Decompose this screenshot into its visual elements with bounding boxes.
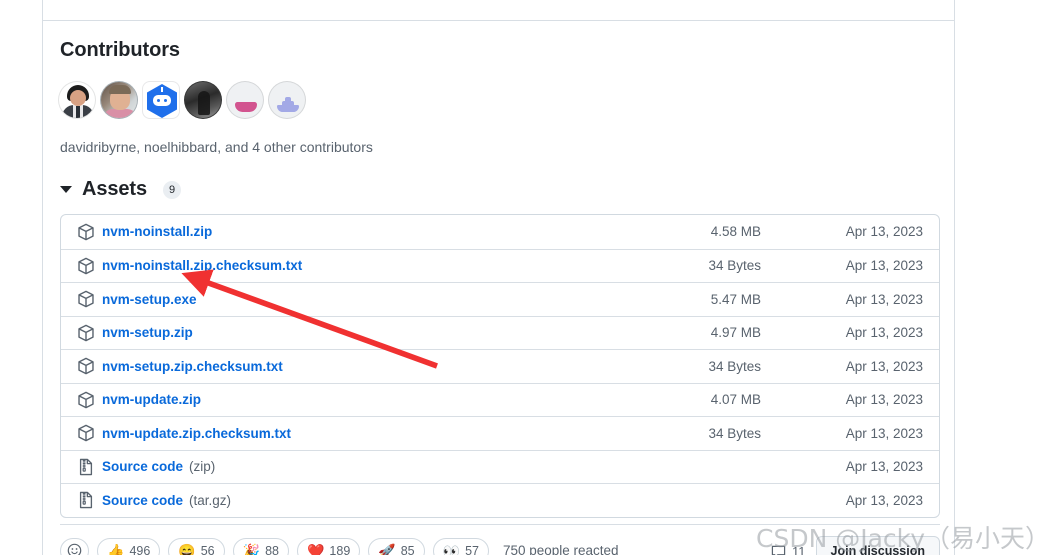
assets-header[interactable]: Assets 9 xyxy=(60,178,182,201)
asset-name-cell: nvm-setup.zip.checksum.txt xyxy=(77,357,633,375)
asset-name-cell: nvm-update.zip.checksum.txt xyxy=(77,424,633,442)
asset-download-link[interactable]: Source code xyxy=(102,459,183,474)
asset-suffix: (tar.gz) xyxy=(189,492,232,508)
asset-download-link[interactable]: Source code xyxy=(102,493,183,508)
rocket-icon: 🚀 xyxy=(378,542,396,555)
table-row: nvm-noinstall.zip 4.58 MB Apr 13, 2023 xyxy=(61,215,939,249)
asset-name-cell: nvm-noinstall.zip xyxy=(77,223,633,241)
asset-date: Apr 13, 2023 xyxy=(845,492,923,508)
asset-download-link[interactable]: nvm-setup.zip xyxy=(102,325,193,340)
table-row: nvm-setup.exe 5.47 MB Apr 13, 2023 xyxy=(61,282,939,316)
asset-date: Apr 13, 2023 xyxy=(845,459,923,475)
asset-download-link[interactable]: nvm-update.zip.checksum.txt xyxy=(102,426,291,441)
add-reaction-button[interactable] xyxy=(60,537,89,555)
table-row: nvm-setup.zip.checksum.txt 34 Bytes Apr 13… xyxy=(61,349,939,383)
asset-date: Apr 13, 2023 xyxy=(845,258,923,274)
eyes-icon: 👀 xyxy=(442,542,461,555)
reaction-thumbs-up[interactable]: 👍 496 xyxy=(97,537,161,555)
asset-name-cell: nvm-setup.exe xyxy=(77,290,633,308)
reaction-rocket[interactable]: 🚀 85 xyxy=(368,537,425,555)
asset-name-cell: nvm-update.zip xyxy=(77,391,633,409)
release-body: Contributors davidribyrne, noelhibbard, … xyxy=(43,21,954,555)
reaction-count: 85 xyxy=(400,543,415,555)
asset-size: 34 Bytes xyxy=(708,358,761,374)
asset-download-link[interactable]: nvm-noinstall.zip xyxy=(102,224,212,239)
laugh-icon: 😄 xyxy=(178,542,196,555)
hooray-icon: 🎉 xyxy=(242,542,261,555)
reaction-count: 56 xyxy=(200,543,215,555)
contributors-heading: Contributors xyxy=(60,39,180,61)
package-icon xyxy=(78,424,94,442)
watermark-text: CSDN @Jacky（易小天） xyxy=(756,524,1051,553)
asset-date: Apr 13, 2023 xyxy=(845,291,923,307)
assets-table: nvm-noinstall.zip 4.58 MB Apr 13, 2023 nvm-… xyxy=(60,214,940,518)
package-icon xyxy=(78,257,94,275)
container-right-border xyxy=(954,0,955,555)
package-icon xyxy=(78,357,94,375)
asset-name-cell: Source code (tar.gz) xyxy=(77,491,633,509)
table-row: nvm-update.zip 4.07 MB Apr 13, 2023 xyxy=(61,382,939,417)
file-zip-icon xyxy=(79,492,93,509)
reaction-hooray[interactable]: 🎉 88 xyxy=(232,537,289,555)
asset-size: 34 Bytes xyxy=(708,425,761,441)
package-icon xyxy=(78,290,94,308)
asset-date: Apr 13, 2023 xyxy=(845,224,923,240)
asset-suffix: (zip) xyxy=(189,459,216,475)
reaction-eyes[interactable]: 👀 57 xyxy=(432,537,489,555)
asset-date: Apr 13, 2023 xyxy=(845,425,923,441)
reaction-laugh[interactable]: 😄 56 xyxy=(168,537,225,555)
asset-download-link[interactable]: nvm-update.zip xyxy=(102,392,201,407)
heart-icon: ❤️ xyxy=(306,542,325,555)
reaction-count: 496 xyxy=(129,543,151,555)
avatar-davidribyrne[interactable] xyxy=(58,81,96,119)
asset-size: 34 Bytes xyxy=(708,258,761,274)
reaction-count: 189 xyxy=(329,543,351,555)
avatar-noelhibbard[interactable] xyxy=(100,81,138,119)
avatar-contributor-5[interactable] xyxy=(226,81,264,119)
package-icon xyxy=(78,223,94,241)
reaction-count: 57 xyxy=(465,543,479,555)
thumbs-up-icon: 👍 xyxy=(107,542,125,555)
asset-download-link[interactable]: nvm-noinstall.zip.checksum.txt xyxy=(102,258,302,273)
asset-download-link[interactable]: nvm-setup.zip.checksum.txt xyxy=(102,359,283,374)
reaction-count: 88 xyxy=(265,543,279,555)
avatar-contributor-4[interactable] xyxy=(184,81,222,119)
asset-size: 4.97 MB xyxy=(710,325,761,341)
asset-date: Apr 13, 2023 xyxy=(845,358,923,374)
avatar-contributor-6[interactable] xyxy=(268,81,306,119)
table-row: nvm-setup.zip 4.97 MB Apr 13, 2023 xyxy=(61,315,939,350)
asset-name-cell: Source code (zip) xyxy=(77,458,633,476)
asset-date: Apr 13, 2023 xyxy=(845,392,923,408)
table-row: Source code (zip) Apr 13, 2023 xyxy=(61,449,939,484)
asset-size: 4.07 MB xyxy=(710,392,761,408)
triangle-down-icon[interactable] xyxy=(60,186,72,193)
avatar-dependabot[interactable] xyxy=(142,81,180,119)
table-row: Source code (tar.gz) Apr 13, 2023 xyxy=(61,483,939,517)
assets-title: Assets xyxy=(82,178,147,200)
package-icon xyxy=(78,391,94,409)
asset-date: Apr 13, 2023 xyxy=(845,325,923,341)
asset-size: 4.58 MB xyxy=(710,224,761,240)
release-assets-page: Contributors davidribyrne, noelhibbard, … xyxy=(0,0,1055,555)
contributor-avatars xyxy=(58,81,306,119)
table-row: nvm-noinstall.zip.checksum.txt 34 Bytes Ap… xyxy=(61,248,939,283)
asset-name-cell: nvm-noinstall.zip.checksum.txt xyxy=(77,257,633,275)
asset-size: 5.47 MB xyxy=(710,291,761,307)
asset-download-link[interactable]: nvm-setup.exe xyxy=(102,292,197,307)
asset-name-cell: nvm-setup.zip xyxy=(77,324,633,342)
contributors-summary: davidribyrne, noelhibbard, and 4 other c… xyxy=(60,139,373,155)
reaction-heart[interactable]: ❤️ 189 xyxy=(296,537,361,555)
reacted-summary: 750 people reacted xyxy=(502,543,619,555)
file-zip-icon xyxy=(79,458,93,475)
assets-count-badge: 9 xyxy=(163,180,182,199)
package-icon xyxy=(78,324,94,342)
table-row: nvm-update.zip.checksum.txt 34 Bytes Apr 1… xyxy=(61,416,939,450)
